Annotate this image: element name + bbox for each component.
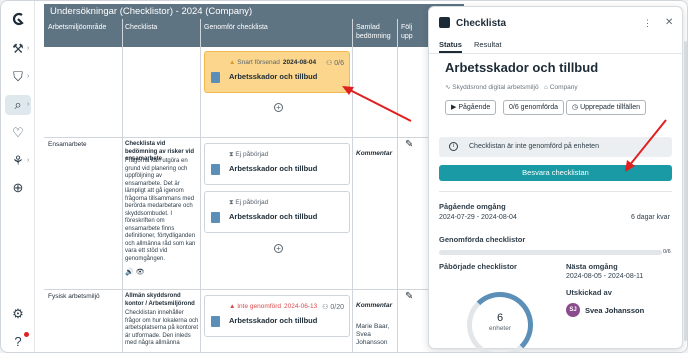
sent-by-label: Utskickad av — [566, 288, 612, 297]
chevron-right-icon: › — [27, 45, 30, 52]
settings-icon[interactable]: ⚙ — [8, 304, 28, 324]
ongoing-label: Pågående omgång — [439, 202, 506, 211]
panel-header: Checklista — [439, 17, 506, 29]
card-status: ⧗ Ej påbörjad — [229, 199, 269, 206]
card-count: ⚇ 0/20 — [322, 304, 344, 311]
table-row: Ensamarbete Checklista vid bedömning av … — [44, 137, 464, 289]
card-name: Arbetsskador och tillbud — [229, 72, 318, 81]
tab-resultat[interactable]: Resultat — [474, 40, 502, 49]
responsible-names: Marie Baar, Svea Johansson — [356, 323, 390, 346]
tab-status[interactable]: Status — [439, 40, 462, 53]
clock-icon: ◷ — [572, 104, 579, 111]
ongoing-button[interactable]: ▶ Pågående — [445, 100, 497, 115]
comment-label: Kommentar — [356, 150, 393, 157]
col-header: Genomför checklista — [204, 24, 268, 31]
col-header: Följ upp — [401, 24, 413, 40]
hourglass-icon: ⧗ — [229, 199, 234, 206]
panel-meta: ∿ Skyddsrond digital arbetsmiljö ⌂ Compa… — [445, 84, 578, 91]
category-label: Ensamarbete — [48, 141, 87, 148]
people-icon: ⚇ — [326, 60, 333, 67]
document-icon — [211, 212, 220, 223]
checklist-title: Allmän skyddsrond kontor / Arbetsmiljöro… — [125, 293, 195, 307]
chevron-right-icon: › — [27, 157, 30, 164]
add-card-icon[interactable]: + — [274, 244, 283, 253]
checklist-icon — [439, 17, 450, 28]
panel-title: Arbetsskador och tillbud — [445, 60, 599, 75]
card-status: ▲ Snart försenad 2024-08-04 — [229, 59, 317, 66]
audio-view-icons[interactable]: 🔊 👁 — [125, 268, 145, 276]
next-label: Nästa omgång — [566, 262, 618, 271]
completed-button[interactable]: 0/6 genomförda — [503, 100, 565, 115]
warning-icon: ▲ — [229, 59, 236, 66]
tab-divider — [429, 53, 684, 54]
completed-label: Genomförda checklistor — [439, 235, 526, 244]
hourglass-icon: ⧗ — [229, 151, 234, 158]
checklist-card[interactable]: ▲ Snart försenad 2024-08-04 Arbetsskador … — [204, 51, 350, 93]
gauge-unit: enheter — [488, 325, 512, 332]
info-icon: i — [449, 142, 458, 151]
sidebar: ⚒ › ⛉ › ⌕ › ♡ ⚘ › ⊕ ⚙ ? — [1, 1, 35, 352]
comment-label: Kommentar — [356, 302, 393, 309]
table-row: Fysisk arbetsmiljö Allmän skyddsrond kon… — [44, 289, 464, 352]
checklist-description: Checklistan innehåller frågor om hur lok… — [125, 310, 199, 346]
shield-icon[interactable]: ⛉ — [8, 67, 28, 87]
completed-value: 0/6 — [663, 249, 671, 255]
col-header: Samlad bedömning — [356, 24, 391, 40]
checklist-panel: Checklista ⋮ ✕ Status Resultat Arbetsska… — [428, 6, 684, 352]
add-icon[interactable]: ⊕ — [8, 178, 28, 198]
card-name: Arbetsskador och tillbud — [229, 316, 318, 325]
completed-progress-bar — [439, 250, 662, 255]
source-icon: ∿ — [445, 84, 451, 91]
edit-icon[interactable]: ✎ — [405, 139, 413, 150]
play-icon: ▶ — [451, 104, 457, 111]
close-icon[interactable]: ✕ — [665, 17, 673, 28]
annotation-arrow — [342, 86, 412, 122]
app-window: ⚒ › ⛉ › ⌕ › ♡ ⚘ › ⊕ ⚙ ? Undersökningar (… — [0, 0, 688, 353]
days-left: 6 dagar kvar — [631, 214, 670, 221]
card-count: ⚇ 0/6 — [326, 60, 344, 67]
checklist-card[interactable]: ▲ Inte genomförd 2024-06-13 Arbetsskador … — [204, 295, 350, 337]
recurring-button[interactable]: ◷ Upprepade tillfällen — [566, 100, 646, 115]
card-status: ▲ Inte genomförd 2024-06-13 — [229, 303, 318, 310]
gauge-value: 6 — [496, 312, 504, 324]
card-name: Arbetsskador och tillbud — [229, 212, 318, 221]
company-icon: ⌂ — [544, 84, 548, 91]
col-header: Checklista — [125, 24, 158, 31]
checklist-card[interactable]: ⧗ Ej påbörjad Arbetsskador och tillbud — [204, 191, 350, 233]
chevron-right-icon: › — [27, 73, 30, 80]
network-icon[interactable]: ⚘ — [8, 151, 28, 171]
card-name: Arbetsskador och tillbud — [229, 164, 318, 173]
checklist-description: Frågorna kan utgöra en grund vid planeri… — [125, 158, 196, 262]
checklist-card[interactable]: ⧗ Ej påbörjad Arbetsskador och tillbud — [204, 143, 350, 185]
chevron-right-icon: › — [27, 101, 30, 108]
notification-dot — [24, 332, 29, 337]
more-menu-icon[interactable]: ⋮ — [643, 18, 652, 29]
table-header: Arbetsmiljöområde Checklista Genomför ch… — [44, 19, 464, 47]
tools-icon[interactable]: ⚒ — [8, 39, 28, 59]
document-icon — [211, 72, 220, 83]
edit-icon[interactable]: ✎ — [405, 291, 413, 302]
heart-icon[interactable]: ♡ — [8, 123, 28, 143]
scrollbar[interactable] — [684, 41, 687, 341]
divider — [439, 191, 672, 192]
col-header: Arbetsmiljöområde — [48, 24, 107, 31]
table-title: Undersökningar (Checklistor) - 2024 (Com… — [44, 4, 464, 19]
started-label: Påbörjade checklistor — [439, 262, 517, 271]
avatar: SJ — [566, 303, 580, 317]
document-icon — [211, 316, 220, 327]
card-status: ⧗ Ej påbörjad — [229, 151, 269, 158]
ongoing-dates: 2024-07-29 - 2024-08-04 — [439, 214, 517, 221]
category-label: Fysisk arbetsmiljö — [48, 293, 100, 300]
next-dates: 2024-08-05 - 2024-08-11 — [566, 273, 644, 280]
annotation-arrow — [625, 119, 667, 172]
add-card-icon[interactable]: + — [274, 103, 283, 112]
logo-icon[interactable] — [8, 9, 28, 29]
document-icon — [211, 164, 220, 175]
people-icon: ⚇ — [322, 304, 329, 311]
sender-name: Svea Johansson — [585, 306, 645, 315]
warning-icon: ▲ — [229, 303, 236, 310]
